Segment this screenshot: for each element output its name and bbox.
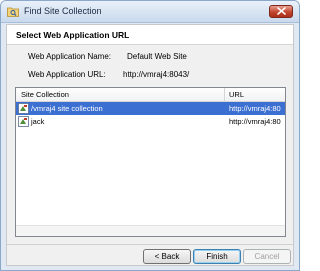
window-title: Find Site Collection [24, 6, 102, 16]
column-header-url[interactable]: URL [229, 90, 244, 99]
list-row[interactable]: /vmraj4 site collection http://vmraj4:80 [16, 102, 285, 115]
close-icon [276, 6, 286, 17]
wizard-header: Select Web Application URL [7, 25, 293, 45]
back-button[interactable]: < Back [143, 249, 191, 264]
web-app-url-label: Web Application URL: [28, 70, 106, 79]
column-header-site-collection[interactable]: Site Collection [21, 90, 69, 99]
close-button[interactable] [269, 5, 293, 18]
page-title: Select Web Application URL [16, 30, 130, 40]
web-app-url-value: http://vmraj4:8043/ [123, 70, 190, 79]
finish-button[interactable]: Finish [193, 249, 241, 264]
cancel-button[interactable]: Cancel [243, 249, 291, 264]
site-collection-url: http://vmraj4:80 [229, 117, 281, 126]
site-collection-icon [18, 103, 29, 114]
site-collection-name: /vmraj4 site collection [31, 104, 103, 113]
site-collection-name: jack [31, 117, 45, 126]
web-app-name-value: Default Web Site [127, 52, 187, 61]
search-folder-icon [7, 6, 19, 17]
find-site-collection-dialog: Find Site Collection Select Web Applicat… [0, 0, 300, 271]
site-collection-url: http://vmraj4:80 [229, 104, 281, 113]
site-collection-icon [18, 116, 29, 127]
list-header: Site Collection URL [16, 88, 285, 102]
column-separator[interactable] [224, 88, 225, 102]
site-collection-list[interactable]: Site Collection URL /vmraj4 site collect… [15, 87, 286, 237]
title-bar[interactable]: Find Site Collection [1, 1, 299, 23]
dialog-client-area: Select Web Application URL Web Applicati… [6, 24, 294, 266]
list-row[interactable]: jack http://vmraj4:80 [16, 115, 285, 128]
button-divider [7, 244, 293, 245]
horizontal-scrollbar[interactable] [16, 225, 285, 236]
web-app-name-label: Web Application Name: [28, 52, 112, 61]
